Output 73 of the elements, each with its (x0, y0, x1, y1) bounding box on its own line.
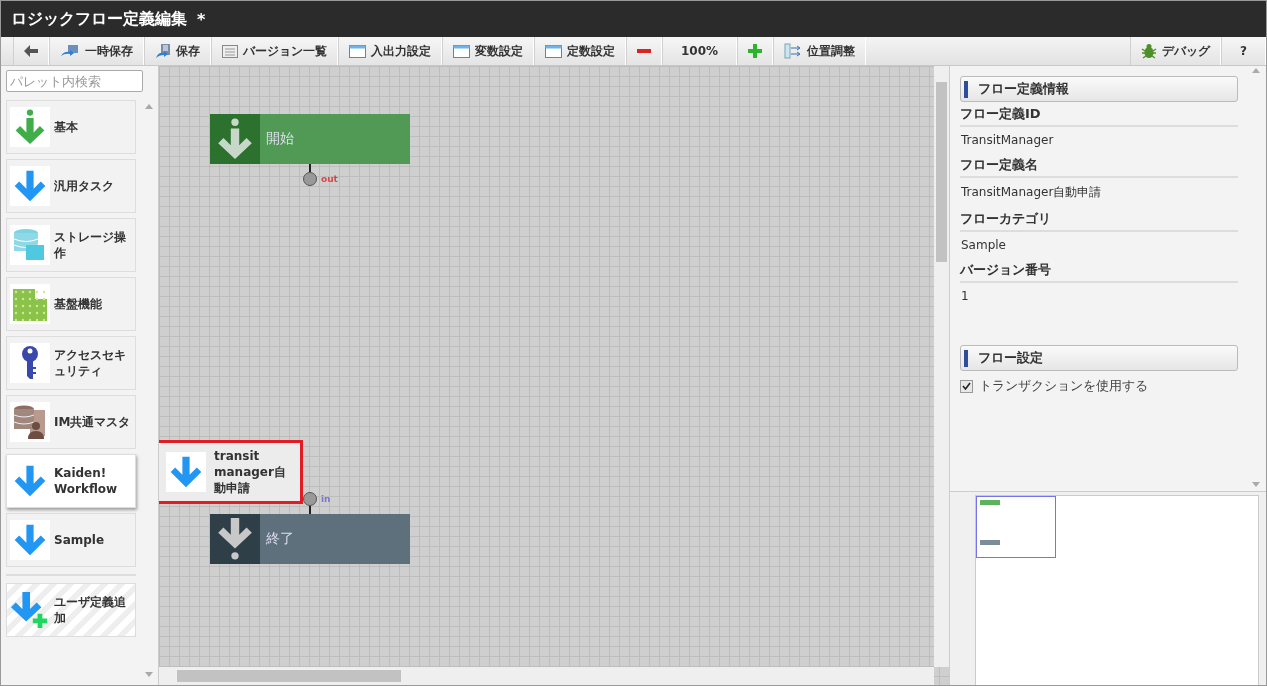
window-icon (349, 44, 366, 58)
port-label: out (321, 174, 338, 184)
zoom-in-button[interactable] (737, 37, 774, 65)
field-label: フロー定義ID (960, 102, 1238, 127)
window-icon (545, 44, 562, 58)
arrow-icon (12, 168, 48, 204)
palette-item[interactable]: アクセスセキュリティ (6, 336, 136, 390)
node-label: 開始 (266, 130, 294, 148)
minimap[interactable] (975, 495, 1259, 685)
arrow-icon (12, 522, 48, 558)
toolbar-button[interactable]: 100% (662, 37, 738, 65)
checkbox-label: トランザクションを使用する (979, 377, 1148, 395)
horizontal-scrollbar[interactable] (159, 667, 934, 685)
field-value: 1 (960, 288, 970, 305)
toolbar-button[interactable]: 一時保存 (49, 37, 144, 65)
grid-icon (12, 286, 48, 322)
connection-port[interactable] (303, 172, 317, 186)
scroll-up-icon[interactable] (1252, 68, 1260, 73)
field-value: TransitManager自動申請 (960, 184, 1103, 201)
back-button[interactable] (13, 37, 49, 65)
minus-icon (637, 49, 651, 53)
palette-item[interactable]: Sample (6, 513, 136, 567)
zoom-out-button[interactable] (626, 37, 662, 65)
checkbox[interactable] (960, 379, 973, 393)
palette-item[interactable]: 汎用タスク (6, 159, 136, 213)
palette-item[interactable]: IM共通マスタ (6, 395, 136, 449)
dragged-palette-item[interactable]: transit manager自動申請 (159, 440, 303, 504)
save-icon (60, 44, 80, 58)
toolbar-button[interactable]: 変数設定 (442, 37, 534, 65)
palette-item[interactable]: 基本 (6, 100, 136, 154)
palette-item[interactable]: ストレージ操作 (6, 218, 136, 272)
minimap-node (980, 540, 1000, 545)
back-arrow-icon (24, 45, 38, 57)
field-value: TransitManager (960, 132, 1055, 149)
modified-mark: * (197, 9, 206, 29)
field-value: Sample (960, 237, 1007, 254)
field-label: フロー定義名 (960, 153, 1238, 178)
toolbar-button[interactable]: 位置調整 (773, 37, 867, 65)
field-label: バージョン番号 (960, 258, 1238, 283)
window-icon (453, 44, 470, 58)
add-palette-item[interactable]: ユーザ定義追加 (6, 583, 136, 637)
toolbar-button[interactable]: バージョン一覧 (211, 37, 338, 65)
end-node[interactable]: 終了 (210, 514, 410, 564)
field-label: フローカテゴリ (960, 207, 1238, 232)
toolbar-button[interactable]: デバッグ (1130, 37, 1222, 65)
palette-item[interactable]: 基盤機能 (6, 277, 136, 331)
section-header: フロー定義情報 (960, 76, 1238, 102)
minimap-viewport[interactable] (976, 496, 1056, 558)
window-title: ロジックフロー定義編集 (11, 8, 187, 30)
node-label: 終了 (266, 530, 294, 548)
section-header: フロー設定 (960, 345, 1238, 371)
palette-item[interactable]: Kaiden! Workflow (6, 454, 136, 508)
align-icon (784, 43, 803, 59)
toolbar-button[interactable]: 定数設定 (534, 37, 626, 65)
bug-icon (1141, 43, 1158, 59)
scroll-down-icon[interactable] (1252, 482, 1260, 487)
palette-search-field[interactable]: パレット内検索 (6, 70, 143, 92)
save-icon (155, 43, 171, 59)
scroll-down-icon[interactable] (145, 672, 153, 677)
scroll-up-icon[interactable] (145, 104, 153, 109)
plus-icon (748, 44, 763, 58)
connection-port[interactable] (303, 492, 317, 506)
toolbar-button[interactable]: ? (1221, 37, 1266, 65)
minimap-node (980, 500, 1000, 505)
database-person-icon (12, 404, 48, 440)
list-icon (222, 44, 238, 58)
toolbar-button[interactable]: 入出力設定 (338, 37, 442, 65)
port-label: in (321, 494, 331, 504)
arrow-icon (168, 454, 204, 490)
arrow-plus-icon (11, 591, 49, 629)
vertical-scrollbar[interactable] (934, 66, 949, 667)
toolbar-button[interactable]: 保存 (144, 37, 211, 65)
arrow-icon (12, 463, 48, 499)
